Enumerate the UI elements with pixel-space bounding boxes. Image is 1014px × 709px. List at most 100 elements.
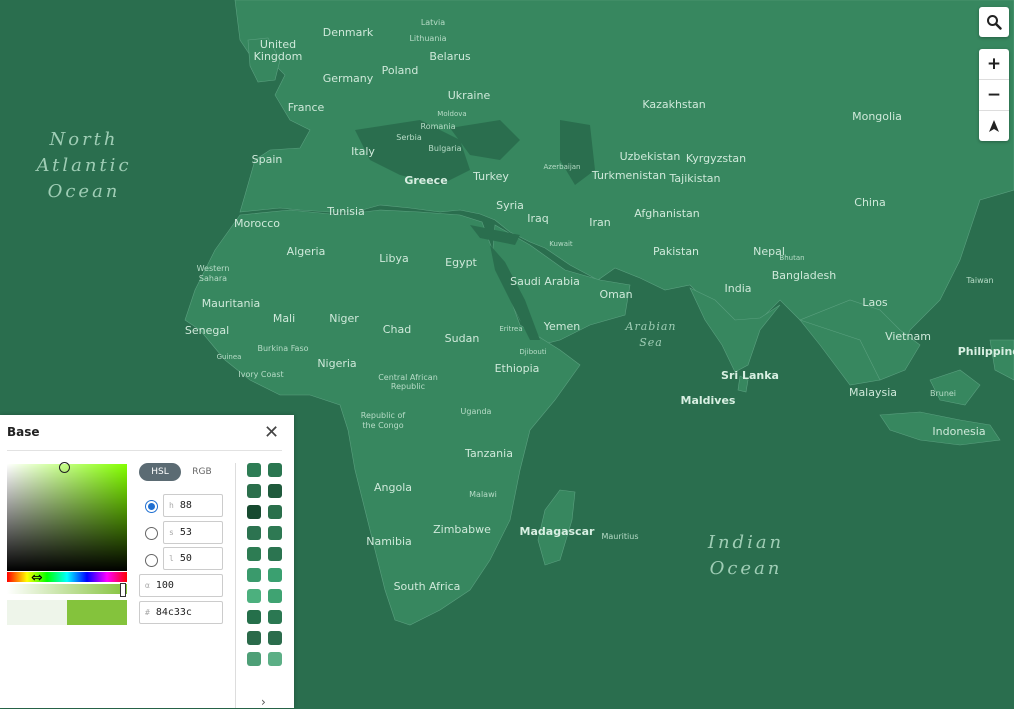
country-label: Central African xyxy=(378,373,438,382)
ocean-label-north: North xyxy=(48,129,118,150)
zoom-controls: + − xyxy=(979,49,1009,141)
color-swatch[interactable] xyxy=(268,484,282,498)
country-label: Republic xyxy=(391,382,425,391)
l-field[interactable]: l 50 xyxy=(163,547,223,570)
country-label: Vietnam xyxy=(885,330,931,343)
country-label: Ethiopia xyxy=(495,362,540,375)
search-button[interactable] xyxy=(979,7,1009,37)
country-label: Chad xyxy=(383,323,411,336)
close-icon[interactable]: ✕ xyxy=(264,422,279,443)
country-label: Afghanistan xyxy=(634,207,700,220)
color-swatch[interactable] xyxy=(268,610,282,624)
country-label: Madagascar xyxy=(520,525,595,538)
color-swatch[interactable] xyxy=(268,526,282,540)
color-swatch[interactable] xyxy=(268,631,282,645)
s-value: 53 xyxy=(179,527,192,538)
radio-s[interactable] xyxy=(145,527,158,540)
alpha-value: 100 xyxy=(155,580,174,591)
country-label: Eritrea xyxy=(499,325,522,333)
chevron-right-icon[interactable]: › xyxy=(261,695,266,709)
color-swatch[interactable] xyxy=(247,631,261,645)
country-label: Sri Lanka xyxy=(721,369,779,382)
alpha-handle[interactable] xyxy=(120,583,126,597)
country-label: Sahara xyxy=(199,274,227,283)
country-label: Iran xyxy=(589,216,611,229)
color-swatch[interactable] xyxy=(268,505,282,519)
zoom-out-button[interactable]: − xyxy=(979,80,1009,111)
country-label: Western xyxy=(197,264,230,273)
panel-title: Base xyxy=(7,425,40,439)
sea-label-sea: Sea xyxy=(639,336,663,349)
country-label: Denmark xyxy=(323,26,374,39)
alpha-slider[interactable] xyxy=(7,584,127,594)
country-label: Morocco xyxy=(234,217,280,230)
tab-rgb[interactable]: RGB xyxy=(181,463,223,481)
h-label: h xyxy=(169,501,174,510)
color-swatch[interactable] xyxy=(247,526,261,540)
color-mode-tabs: HSL RGB xyxy=(139,463,223,481)
color-swatch[interactable] xyxy=(268,589,282,603)
country-label: Mauritania xyxy=(202,297,261,310)
color-swatch[interactable] xyxy=(247,568,261,582)
country-label: Yemen xyxy=(543,320,581,333)
country-label: Greece xyxy=(404,174,447,187)
hex-field[interactable]: # 84c33c xyxy=(139,601,223,624)
color-swatch[interactable] xyxy=(268,547,282,561)
color-swatch[interactable] xyxy=(247,484,261,498)
sv-cursor[interactable] xyxy=(59,462,70,473)
alpha-field[interactable]: α 100 xyxy=(139,574,223,597)
country-label: Latvia xyxy=(421,18,445,27)
h-field[interactable]: h 88 xyxy=(163,494,223,517)
hue-slider[interactable] xyxy=(7,572,127,582)
tab-hsl[interactable]: HSL xyxy=(139,463,181,481)
country-label: Romania xyxy=(421,122,456,131)
previous-color-preview xyxy=(7,600,67,625)
ocean-label-indian-ocean: Ocean xyxy=(710,558,783,579)
alpha-label: α xyxy=(145,581,150,590)
saturation-value-picker[interactable] xyxy=(7,464,127,571)
country-label: Namibia xyxy=(366,535,412,548)
country-label: Uganda xyxy=(461,407,492,416)
compass-button[interactable] xyxy=(979,111,1009,141)
country-label: Germany xyxy=(323,72,374,85)
country-label: Turkmenistan xyxy=(591,169,666,182)
ocean-label-ocean: Ocean xyxy=(48,181,121,202)
country-label: Ukraine xyxy=(448,89,491,102)
color-swatch[interactable] xyxy=(247,505,261,519)
l-value: 50 xyxy=(179,553,192,564)
country-label: Serbia xyxy=(396,133,422,142)
country-label: Guinea xyxy=(217,353,242,361)
country-label: Indonesia xyxy=(932,425,985,438)
color-swatch[interactable] xyxy=(247,652,261,666)
color-swatch[interactable] xyxy=(268,463,282,477)
country-label: India xyxy=(725,282,752,295)
color-swatch[interactable] xyxy=(268,652,282,666)
compass-icon xyxy=(989,120,999,132)
country-label: Malaysia xyxy=(849,386,897,399)
color-swatch[interactable] xyxy=(247,547,261,561)
s-field[interactable]: s 53 xyxy=(163,521,223,544)
color-swatch[interactable] xyxy=(247,463,261,477)
zoom-in-button[interactable]: + xyxy=(979,49,1009,80)
country-label: Lithuania xyxy=(409,34,446,43)
country-label: Egypt xyxy=(445,256,477,269)
country-label: Pakistan xyxy=(653,245,699,258)
country-label: Kyrgyzstan xyxy=(686,152,746,165)
country-label: Angola xyxy=(374,481,412,494)
ocean-label-indian: Indian xyxy=(707,532,784,553)
country-label: Senegal xyxy=(185,324,229,337)
search-icon xyxy=(987,15,1002,30)
radio-l[interactable] xyxy=(145,554,158,567)
color-swatch[interactable] xyxy=(268,568,282,582)
country-label: Zimbabwe xyxy=(433,523,491,536)
color-swatch[interactable] xyxy=(247,610,261,624)
country-label: Belarus xyxy=(429,50,471,63)
country-label: Nigeria xyxy=(317,357,356,370)
sea-label-arabian: Arabian xyxy=(625,320,677,333)
color-swatch[interactable] xyxy=(247,589,261,603)
swatch-divider xyxy=(235,463,236,708)
current-color-preview xyxy=(67,600,127,625)
radio-h[interactable] xyxy=(145,500,158,513)
hex-label: # xyxy=(145,608,150,617)
country-label: Brunei xyxy=(930,389,956,398)
